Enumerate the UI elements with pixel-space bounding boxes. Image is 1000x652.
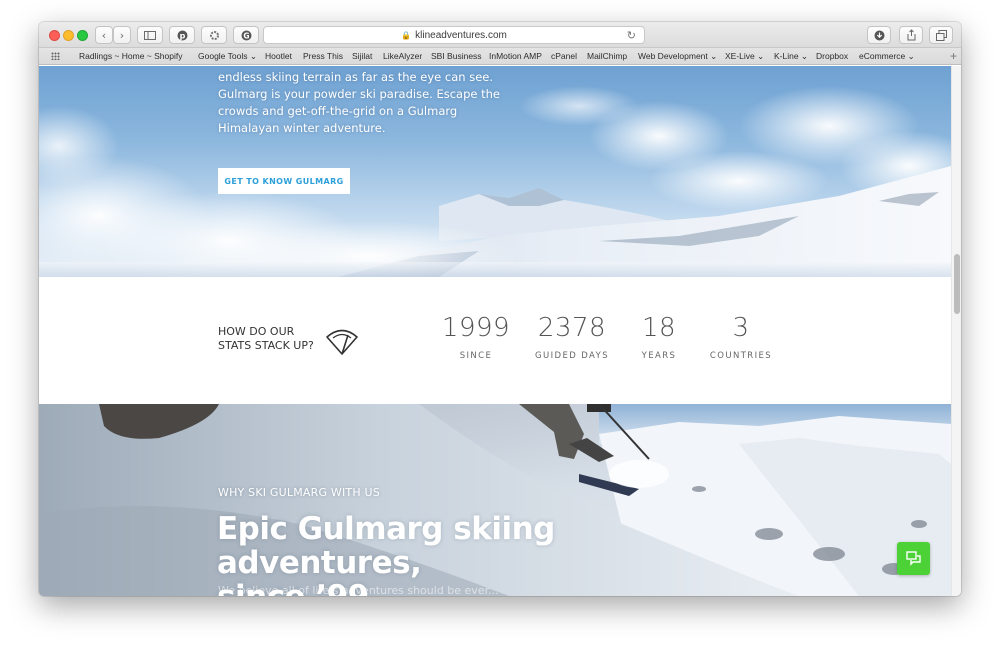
bookmark-item[interactable]: Dropbox	[816, 51, 848, 61]
download-icon	[874, 30, 884, 40]
bookmark-item[interactable]: Radlings ~ Home ~ Shopify	[79, 51, 182, 61]
bookmarks-bar: Radlings ~ Home ~ Shopify Google Tools ⌄…	[39, 48, 961, 65]
close-window-button[interactable]	[49, 30, 60, 41]
stat-label: COUNTRIES	[709, 351, 773, 361]
vertical-scrollbar[interactable]	[951, 66, 961, 596]
stats-heading: HOW DO OUR STATS STACK UP?	[218, 325, 328, 353]
zoom-window-button[interactable]	[77, 30, 88, 41]
stat-value: 3	[732, 313, 750, 343]
address-bar[interactable]: 🔒 klineadventures.com ↻	[263, 26, 645, 44]
bookmark-item[interactable]: MailChimp	[587, 51, 627, 61]
stat-label: SINCE	[459, 351, 493, 361]
section-title-line1: Epic Gulmarg skiing adventures,	[217, 511, 555, 581]
grammarly-icon: G	[241, 30, 251, 40]
address-text: klineadventures.com	[415, 29, 507, 41]
bookmark-item[interactable]: Sijilat	[352, 51, 372, 61]
lock-icon: 🔒	[401, 30, 412, 40]
bookmark-item[interactable]: eCommerce ⌄	[859, 51, 915, 62]
hero-description: endless skiing terrain as far as the eye…	[218, 70, 501, 135]
minimize-window-button[interactable]	[63, 30, 74, 41]
svg-text:p: p	[179, 31, 185, 40]
bookmark-item[interactable]: Google Tools ⌄	[198, 51, 257, 62]
stat-countries: 3 COUNTRIES	[686, 313, 796, 361]
bookmark-item[interactable]: XE-Live ⌄	[725, 51, 764, 62]
share-icon	[907, 29, 915, 41]
forward-button[interactable]: ›	[113, 26, 131, 44]
stats-section: HOW DO OUR STATS STACK UP? 1999 SINCE 23…	[39, 277, 951, 404]
svg-text:G: G	[243, 31, 249, 40]
stat-since: 1999 SINCE	[421, 313, 531, 361]
bookmark-item[interactable]: Press This	[303, 51, 343, 61]
share-button[interactable]	[899, 26, 923, 44]
chevron-right-icon: ›	[119, 28, 125, 42]
extension-button[interactable]	[201, 26, 227, 44]
add-bookmark-icon[interactable]: +	[950, 49, 957, 63]
why-ski-section: WHY SKI GULMARG WITH US Epic Gulmarg ski…	[39, 404, 951, 596]
speedometer-icon	[326, 329, 358, 355]
browser-window: ‹ › p G 🔒 klineadventures.com ↻ Radlings…	[39, 22, 961, 596]
sidebar-icon	[144, 30, 156, 40]
section-kicker: WHY SKI GULMARG WITH US	[218, 486, 380, 499]
tabs-icon	[935, 29, 947, 41]
bookmark-item[interactable]: Hootlet	[265, 51, 292, 61]
bookmark-item[interactable]: Web Development ⌄	[638, 51, 717, 62]
bookmark-item[interactable]: SBI Business	[431, 51, 482, 61]
back-button[interactable]: ‹	[95, 26, 113, 44]
stats-heading-line2: STATS STACK UP?	[218, 339, 314, 352]
live-chat-button[interactable]	[897, 542, 930, 575]
sidebar-button[interactable]	[137, 26, 163, 44]
tabs-overview-button[interactable]	[929, 26, 953, 44]
stats-heading-line1: HOW DO OUR	[218, 325, 295, 338]
section-intro-text: We believe all of life’s adventures shou…	[218, 584, 499, 596]
scrollbar-thumb[interactable]	[954, 254, 960, 314]
bookmark-item[interactable]: K-Line ⌄	[774, 51, 808, 62]
bookmark-item[interactable]: InMotion AMP	[489, 51, 542, 61]
stat-value: 1999	[441, 313, 511, 343]
get-to-know-gulmarg-button[interactable]: GET TO KNOW GULMARG	[218, 168, 350, 194]
grammarly-extension-button[interactable]: G	[233, 26, 259, 44]
bookmark-item[interactable]: cPanel	[551, 51, 577, 61]
pinterest-icon: p	[177, 30, 187, 40]
reload-icon[interactable]: ↻	[627, 29, 636, 42]
chat-icon	[905, 550, 921, 566]
browser-toolbar: ‹ › p G 🔒 klineadventures.com ↻	[39, 22, 961, 48]
web-page: endless skiing terrain as far as the eye…	[39, 66, 951, 596]
hero-section: endless skiing terrain as far as the eye…	[39, 66, 951, 277]
gear-icon	[209, 30, 219, 40]
pinterest-extension-button[interactable]: p	[169, 26, 195, 44]
downloads-button[interactable]	[867, 26, 891, 44]
chevron-left-icon: ‹	[101, 28, 107, 42]
bookmark-item[interactable]: LikeAlyzer	[383, 51, 422, 61]
top-sites-grid-icon[interactable]	[51, 52, 60, 60]
